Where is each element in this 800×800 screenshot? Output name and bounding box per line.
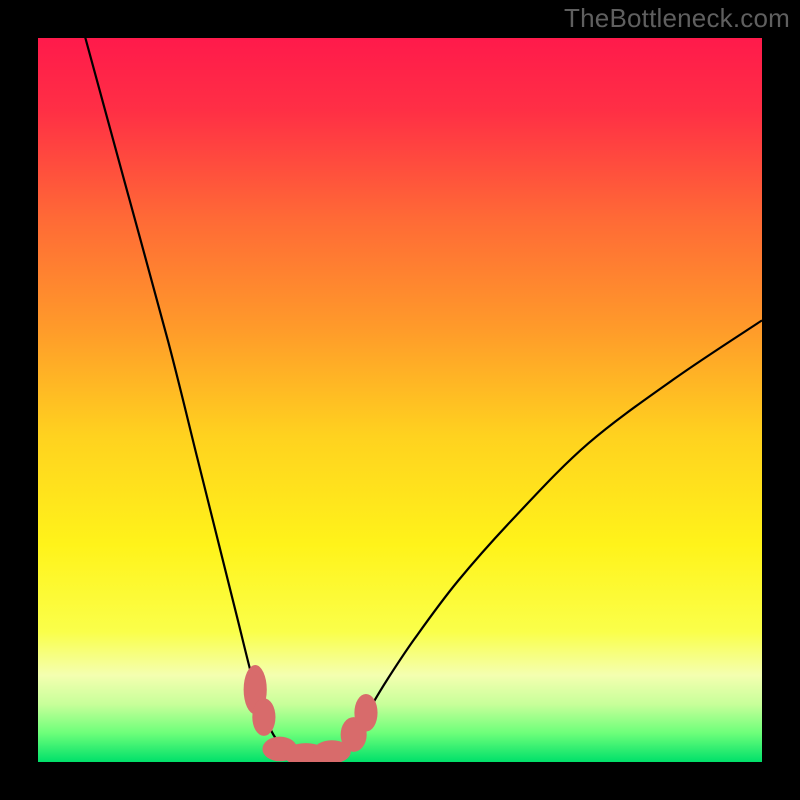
gradient-background xyxy=(38,38,762,762)
chart-svg xyxy=(38,38,762,762)
bottleneck-marker xyxy=(252,698,275,736)
watermark-text: TheBottleneck.com xyxy=(564,3,790,34)
plot-area xyxy=(38,38,762,762)
chart-frame: TheBottleneck.com xyxy=(0,0,800,800)
bottleneck-marker xyxy=(354,694,377,732)
